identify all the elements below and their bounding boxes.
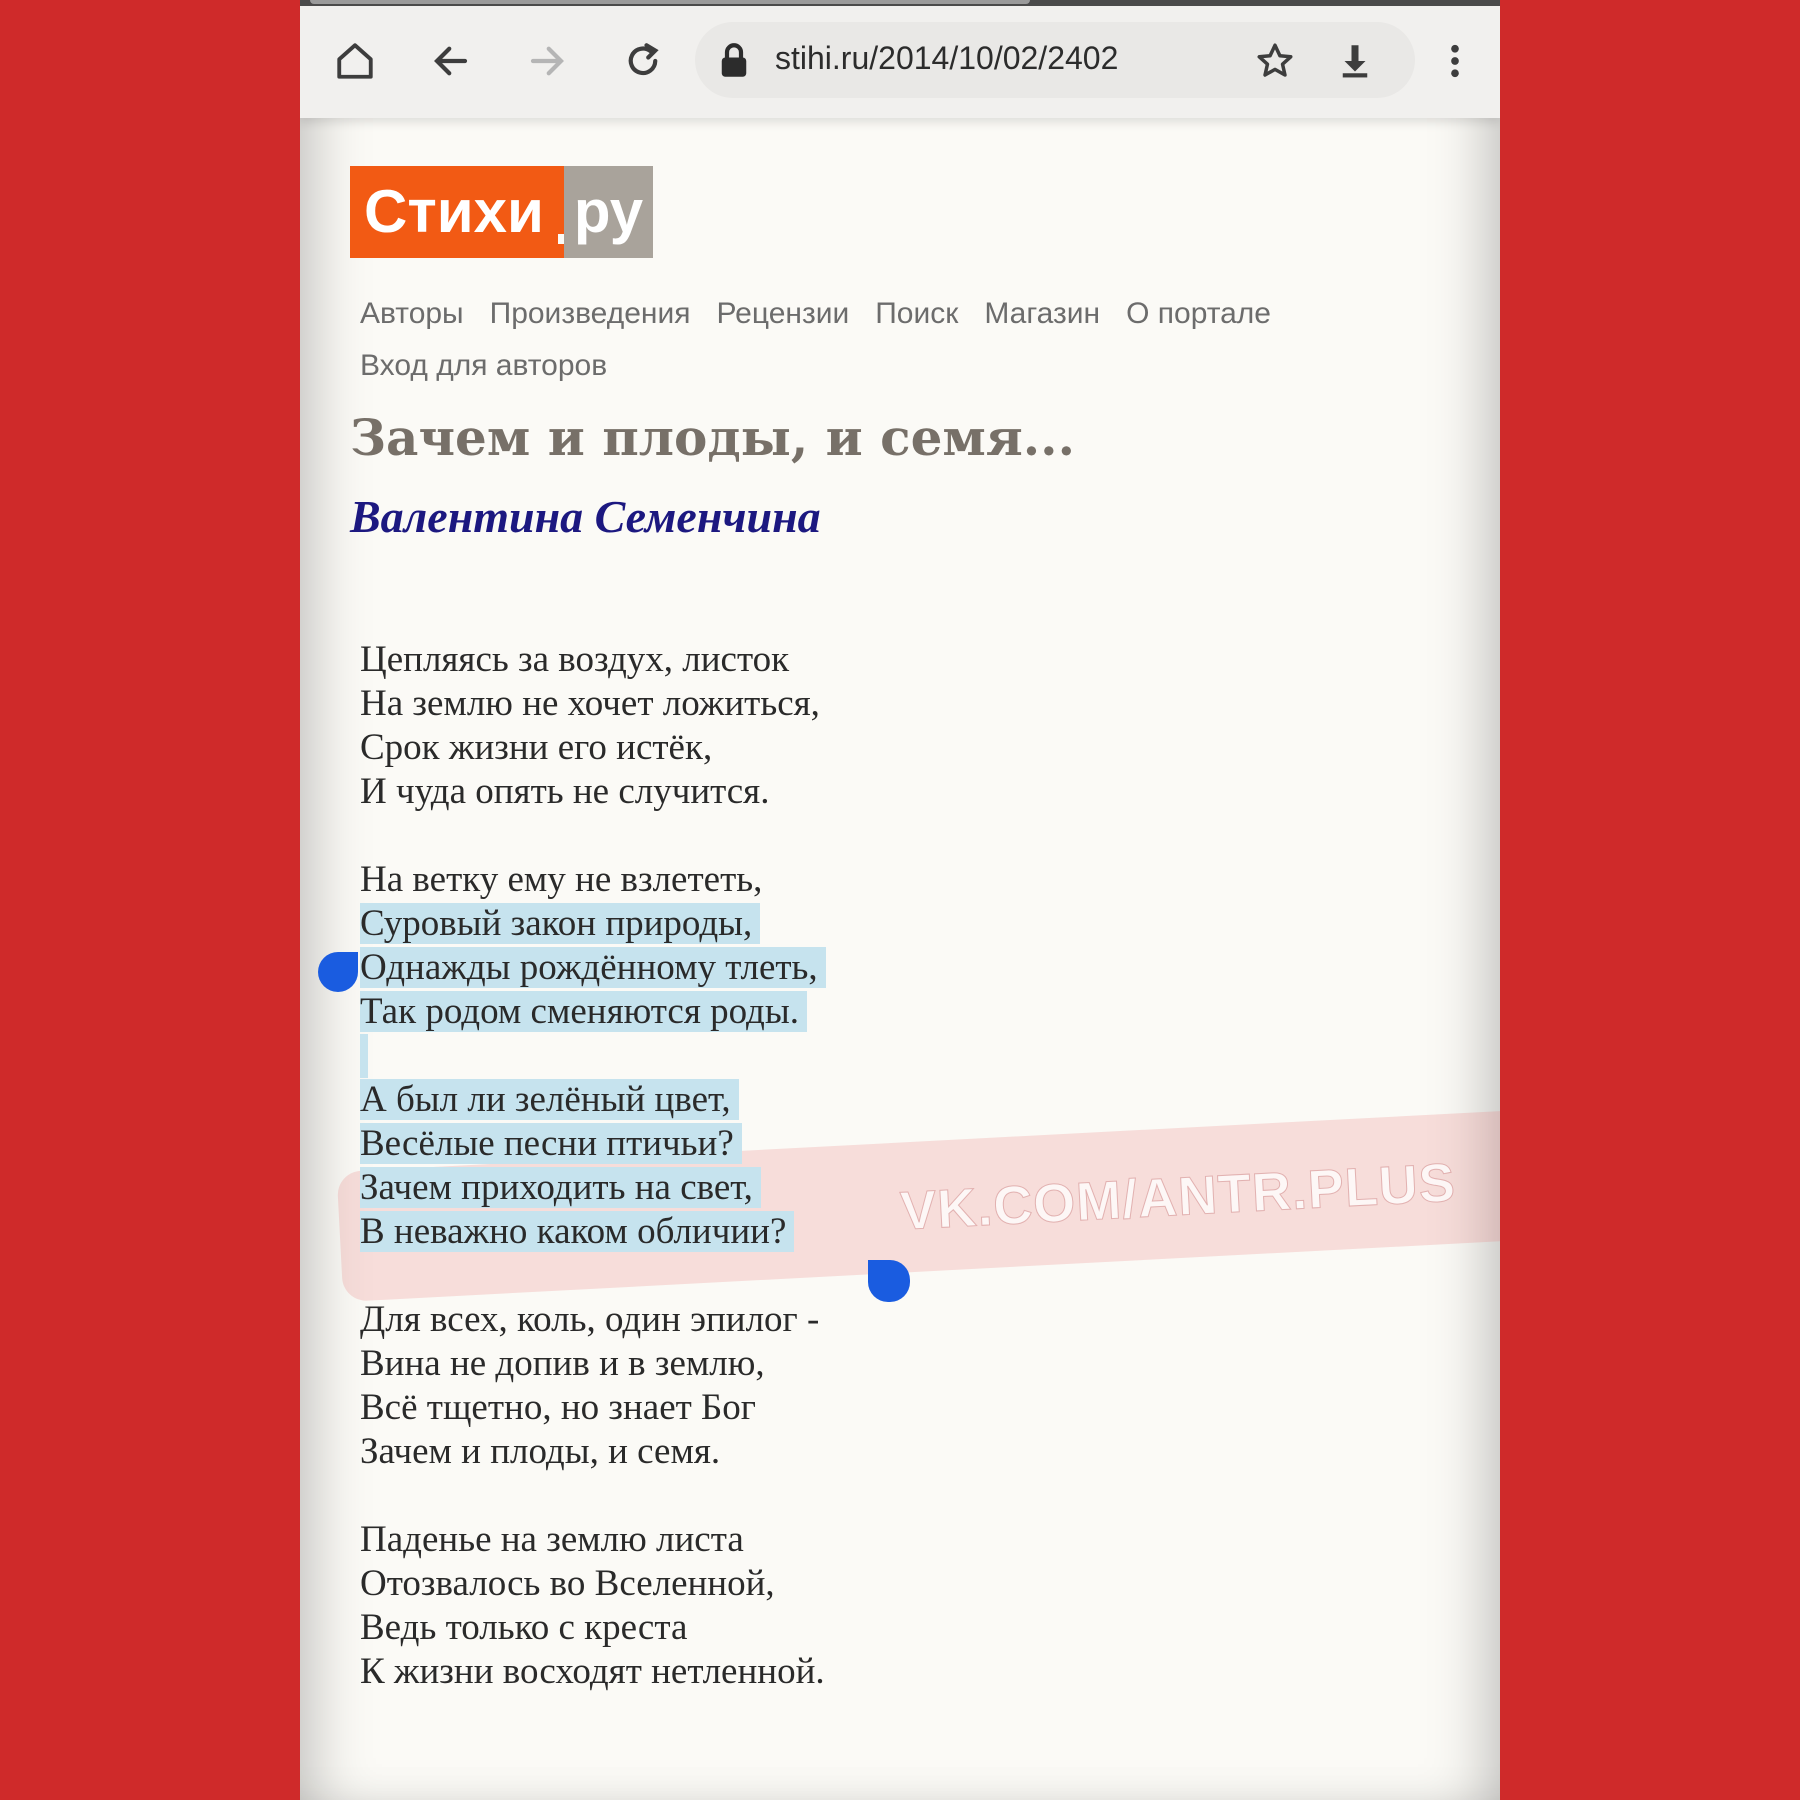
- poem-stanza: А был ли зелёный цвет, Весёлые песни пти…: [360, 1078, 826, 1254]
- nav-link-shop[interactable]: Магазин: [984, 288, 1100, 340]
- home-icon[interactable]: [330, 36, 380, 86]
- page-content: Стихи ру Авторы Произведения Рецензии Поиск…: [300, 118, 1500, 1800]
- lock-icon: [712, 36, 756, 86]
- logo-dot: [557, 166, 564, 258]
- back-arrow-icon[interactable]: [426, 36, 476, 86]
- reload-icon[interactable]: [618, 36, 668, 86]
- nav-link-reviews[interactable]: Рецензии: [716, 288, 849, 340]
- star-icon[interactable]: [1250, 36, 1300, 86]
- poem-line-selected: Так родом сменяются роды.: [360, 990, 826, 1034]
- poem-stanza: Паденье на землю листа Отозвалось во Все…: [360, 1518, 826, 1694]
- nav-link-works[interactable]: Произведения: [490, 288, 691, 340]
- selection-gap: [360, 1034, 368, 1078]
- poem-line: Ведь только с креста: [360, 1607, 688, 1648]
- poem-line: Для всех, коль, один эпилог -: [360, 1299, 820, 1340]
- poem-body: Цепляясь за воздух, листок На землю не х…: [360, 638, 826, 1738]
- poem-line: К жизни восходят нетленной.: [360, 1651, 825, 1692]
- selection-start-handle[interactable]: [318, 952, 358, 992]
- site-nav: Авторы Произведения Рецензии Поиск Магазин О …: [360, 288, 1410, 392]
- poem-line: Вина не допив и в землю,: [360, 1343, 765, 1384]
- logo-sub-text: ру: [563, 166, 654, 258]
- download-icon[interactable]: [1330, 36, 1380, 86]
- poem-line-selected: Суровый закон природы,: [360, 902, 826, 946]
- nav-link-about[interactable]: О портале: [1126, 288, 1271, 340]
- browser-toolbar: stihi.ru/2014/10/02/2402: [300, 0, 1500, 118]
- site-logo[interactable]: Стихи ру: [350, 166, 654, 258]
- poem-line: На землю не хочет ложиться,: [360, 683, 820, 724]
- poem-line-selected: Однажды рождённому тлеть,: [360, 946, 826, 990]
- poem-line: Зачем и плоды, и семя.: [360, 1431, 721, 1472]
- poem-line-selected: А был ли зелёный цвет,: [360, 1078, 826, 1122]
- nav-link-authors[interactable]: Авторы: [360, 288, 464, 340]
- poem-line: Отозвалось во Вселенной,: [360, 1563, 775, 1604]
- nav-link-search[interactable]: Поиск: [875, 288, 958, 340]
- poem-line-selected: Весёлые песни птичьи?: [360, 1122, 826, 1166]
- forward-arrow-icon[interactable]: [522, 36, 572, 86]
- poem-author-link[interactable]: Валентина Семенчина: [350, 490, 821, 543]
- url-text[interactable]: stihi.ru/2014/10/02/2402: [775, 40, 1118, 77]
- poem-line-selected: Зачем приходить на свет,: [360, 1166, 826, 1210]
- poem-line: Цепляясь за воздух, листок: [360, 639, 790, 680]
- phone-screen: stihi.ru/2014/10/02/2402 Стихи ру Авторы…: [300, 0, 1500, 1800]
- poem-stanza: Цепляясь за воздух, листок На землю не х…: [360, 638, 826, 814]
- poem-stanza: Для всех, коль, один эпилог - Вина не до…: [360, 1298, 826, 1474]
- poem-line: На ветку ему не взлететь,: [360, 859, 763, 900]
- poem-line: И чуда опять не случится.: [360, 771, 770, 812]
- poem-line: Срок жизни его истёк,: [360, 727, 713, 768]
- poem-stanza: На ветку ему не взлететь, Суровый закон …: [360, 858, 826, 1034]
- logo-main-text: Стихи: [350, 166, 558, 258]
- poem-line-selected: В неважно каком обличии?: [360, 1210, 826, 1254]
- more-vert-icon[interactable]: [1430, 36, 1480, 86]
- status-strip: [300, 0, 1500, 6]
- poem-line: Паденье на землю листа: [360, 1519, 744, 1560]
- poem-line: Всё тщетно, но знает Бог: [360, 1387, 756, 1428]
- poem-title: Зачем и плоды, и семя...: [350, 408, 1075, 467]
- nav-link-login[interactable]: Вход для авторов: [360, 340, 607, 392]
- selection-end-handle[interactable]: [868, 1260, 910, 1302]
